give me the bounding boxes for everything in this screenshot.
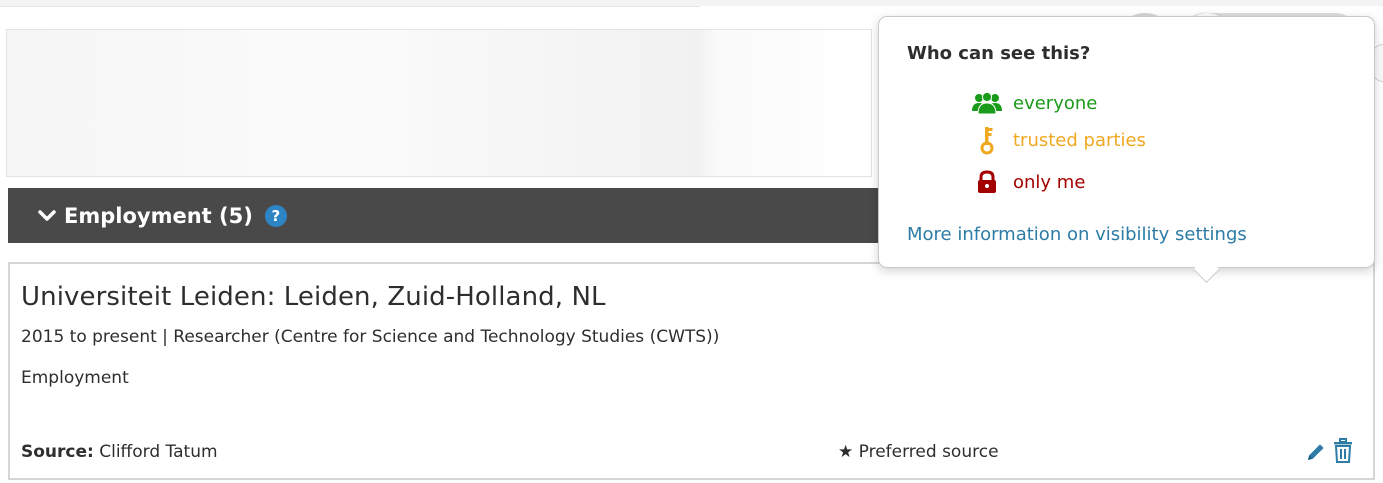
organization-name: Universiteit Leiden: Leiden, Zuid-Hollan… (21, 282, 606, 312)
section-title: Employment (5) (64, 203, 253, 228)
help-icon[interactable]: ? (264, 204, 287, 227)
employment-item: Universiteit Leiden: Leiden, Zuid-Hollan… (8, 262, 1375, 480)
source-label: Source: (21, 442, 94, 462)
preferred-source-indicator: ★ Preferred source (838, 442, 999, 462)
option-label: trusted parties (1013, 129, 1146, 151)
visibility-option-trusted: trusted parties (969, 124, 1146, 156)
chevron-down-icon[interactable] (38, 207, 56, 225)
employment-type: Employment (21, 368, 129, 388)
group-icon (972, 91, 1002, 115)
pencil-icon[interactable] (1304, 440, 1328, 464)
profile-banner (6, 29, 872, 177)
key-icon (980, 127, 994, 155)
lock-icon (978, 170, 996, 193)
visibility-popover: Who can see this? everyone trusted parti… (878, 16, 1375, 283)
option-label: everyone (1013, 92, 1098, 114)
top-divider (0, 6, 700, 7)
source-value: Clifford Tatum (99, 442, 218, 462)
popover-title: Who can see this? (907, 43, 1091, 64)
visibility-option-everyone: everyone (969, 87, 1097, 119)
trash-icon[interactable] (1331, 438, 1355, 464)
option-label: only me (1013, 171, 1086, 193)
source-line: Source: Clifford Tatum (21, 442, 218, 462)
visibility-info-link[interactable]: More information on visibility settings (907, 224, 1247, 245)
employment-details: 2015 to present | Researcher (Centre for… (21, 327, 720, 347)
visibility-option-private: only me (969, 166, 1085, 198)
